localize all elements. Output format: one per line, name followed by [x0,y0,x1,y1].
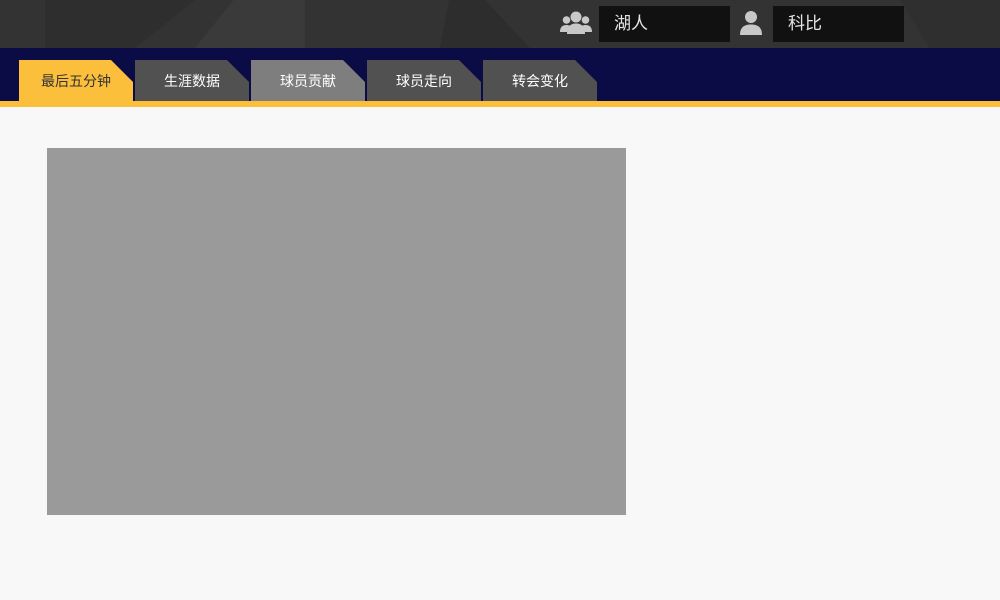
top-bar: 湖人 科比 [0,0,1000,48]
tab-last-five-minutes[interactable]: 最后五分钟 [19,60,133,101]
tab-player-contribution[interactable]: 球员贡献 [251,60,365,101]
content-placeholder [47,148,626,515]
tab-transfer-changes[interactable]: 转会变化 [483,60,597,101]
player-select[interactable]: 科比 [773,6,904,42]
team-select[interactable]: 湖人 [599,6,730,42]
tab-bar-accent-line [0,101,1000,107]
person-icon [740,11,762,35]
tab-player-trend[interactable]: 球员走向 [367,60,481,101]
decorative-facet [195,0,305,48]
decorative-facet [45,0,195,48]
decorative-facet [440,0,530,48]
decorative-facet [900,0,1000,48]
team-icon [560,11,592,34]
tab-career-stats[interactable]: 生涯数据 [135,60,249,101]
